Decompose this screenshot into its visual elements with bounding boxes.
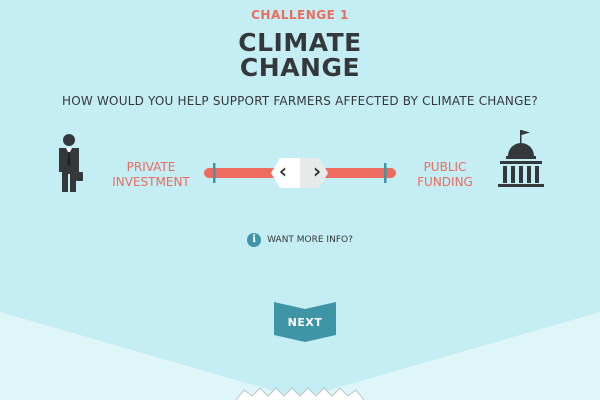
funding-slider[interactable]: ‹ › (204, 156, 396, 190)
slider-right-arrow[interactable]: › (309, 159, 325, 183)
more-info-text[interactable]: WANT MORE INFO? (267, 235, 353, 245)
title-line-1: CLIMATE (238, 28, 362, 57)
next-button-label[interactable]: NEXT (274, 316, 336, 329)
private-label-line-2: INVESTMENT (112, 175, 190, 189)
public-funding-label: PUBLIC FUNDING (412, 160, 478, 190)
challenge-screen: CHALLENGE 1 CLIMATE CHANGE HOW WOULD YOU… (0, 0, 600, 400)
government-building-icon (494, 128, 548, 194)
public-label-line-2: FUNDING (417, 175, 473, 189)
public-label-line-1: PUBLIC (423, 160, 467, 174)
more-info-link[interactable]: i WANT MORE INFO? (0, 233, 600, 247)
slider-left-arrow[interactable]: ‹ (275, 159, 291, 183)
challenge-question: HOW WOULD YOU HELP SUPPORT FARMERS AFFEC… (62, 94, 538, 108)
next-button[interactable]: NEXT (274, 302, 336, 342)
private-label-line-1: PRIVATE (126, 160, 176, 174)
info-icon[interactable]: i (247, 233, 262, 247)
zigzag-decoration (236, 387, 364, 400)
businessman-icon (54, 134, 84, 198)
page-title: CLIMATE CHANGE (0, 30, 600, 80)
title-line-2: CHANGE (239, 53, 361, 82)
private-investment-label: PRIVATE INVESTMENT (108, 160, 194, 190)
challenge-number: CHALLENGE 1 (251, 8, 349, 22)
